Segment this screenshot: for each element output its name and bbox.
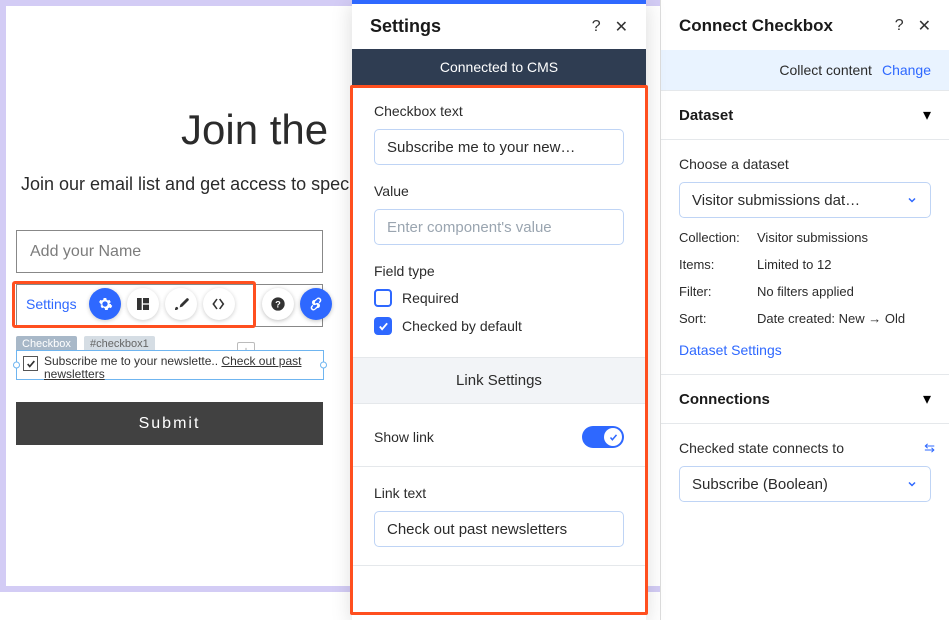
- chevron-down-icon: ▾: [923, 105, 931, 125]
- checked-state-value: Subscribe (Boolean): [692, 476, 828, 493]
- connect-panel: Connect Checkbox ? ✕ Collect content Cha…: [660, 0, 949, 620]
- collection-value: Visitor submissions: [757, 230, 868, 245]
- items-value: Limited to 12: [757, 257, 831, 272]
- link-text-label: Link text: [374, 485, 624, 501]
- dataset-section-header[interactable]: Dataset ▾: [661, 90, 949, 140]
- checked-state-select[interactable]: Subscribe (Boolean): [679, 466, 931, 502]
- choose-dataset-label: Choose a dataset: [679, 156, 931, 172]
- checked-state-label: Checked state connects to: [679, 440, 931, 456]
- checked-default-checkbox[interactable]: Checked by default: [374, 317, 624, 335]
- link-settings-header: Link Settings: [352, 357, 646, 404]
- checkbox-checked-icon: [374, 317, 392, 335]
- checkbox-element[interactable]: Subscribe me to your newslette.. Check o…: [16, 350, 324, 380]
- checkbox-label: Subscribe me to your newslette.. Check o…: [44, 355, 317, 381]
- chevron-down-icon: [906, 478, 918, 490]
- chevron-down-icon: [906, 194, 918, 206]
- field-type-label: Field type: [374, 263, 624, 279]
- layout-icon[interactable]: [127, 288, 159, 320]
- settings-button[interactable]: Settings: [20, 290, 83, 318]
- connect-header: Connect Checkbox ? ✕: [661, 0, 949, 50]
- settings-header: Settings ? ✕: [352, 4, 646, 49]
- connected-icon: ⇆: [924, 440, 935, 456]
- value-input[interactable]: [374, 209, 624, 245]
- submit-button[interactable]: Submit: [16, 402, 323, 445]
- element-toolbar: Settings: [20, 288, 235, 320]
- items-label: Items:: [679, 257, 757, 272]
- dataset-settings-link[interactable]: Dataset Settings: [679, 342, 931, 358]
- cms-banner: Connected to CMS: [352, 49, 646, 85]
- collect-bar: Collect content Change: [661, 50, 949, 90]
- show-link-label: Show link: [374, 429, 434, 445]
- checkbox-unchecked-icon: [374, 289, 392, 307]
- settings-panel: Settings ? ✕ Connected to CMS Checkbox t…: [352, 0, 646, 620]
- page-title: Join the: [181, 106, 328, 154]
- connections-section-header[interactable]: Connections ▾: [661, 374, 949, 424]
- connections-section-body: Checked state connects to ⇆ Subscribe (B…: [661, 424, 949, 518]
- help-icon[interactable]: ?: [895, 17, 904, 35]
- dataset-select[interactable]: Visitor submissions dat…: [679, 182, 931, 218]
- checked-default-label: Checked by default: [402, 318, 522, 334]
- collection-label: Collection:: [679, 230, 757, 245]
- connect-title: Connect Checkbox: [679, 16, 833, 36]
- name-input[interactable]: Add your Name: [16, 230, 323, 273]
- dataset-select-value: Visitor submissions dat…: [692, 192, 860, 209]
- sort-label: Sort:: [679, 311, 757, 326]
- checkbox-text-label: Checkbox text: [374, 103, 624, 119]
- toggle-knob: [604, 428, 622, 446]
- show-link-toggle[interactable]: [582, 426, 624, 448]
- value-label: Value: [374, 183, 624, 199]
- required-checkbox[interactable]: Required: [374, 289, 624, 307]
- close-icon[interactable]: ✕: [615, 17, 628, 37]
- help-icon[interactable]: ?: [262, 288, 294, 320]
- chevron-down-icon: ▾: [923, 389, 931, 409]
- dataset-section-body: Choose a dataset Visitor submissions dat…: [661, 140, 949, 374]
- page-subtitle: Join our email list and get access to sp…: [21, 174, 363, 195]
- required-label: Required: [402, 290, 459, 306]
- svg-text:?: ?: [275, 299, 281, 309]
- gear-icon[interactable]: [89, 288, 121, 320]
- change-link[interactable]: Change: [882, 62, 931, 78]
- filter-label: Filter:: [679, 284, 757, 299]
- dataset-section-title: Dataset: [679, 107, 733, 124]
- velo-icon[interactable]: [203, 288, 235, 320]
- checkbox-box[interactable]: [23, 356, 38, 371]
- connect-data-icon[interactable]: [300, 288, 332, 320]
- collect-label: Collect content: [779, 62, 872, 78]
- filter-value: No filters applied: [757, 284, 854, 299]
- settings-title: Settings: [370, 16, 441, 37]
- connections-section-title: Connections: [679, 391, 770, 408]
- brush-icon[interactable]: [165, 288, 197, 320]
- checkbox-text-input[interactable]: [374, 129, 624, 165]
- help-icon[interactable]: ?: [592, 18, 601, 36]
- close-icon[interactable]: ✕: [918, 16, 931, 36]
- link-text-input[interactable]: [374, 511, 624, 547]
- sort-value: Date created: New → Old: [757, 311, 905, 326]
